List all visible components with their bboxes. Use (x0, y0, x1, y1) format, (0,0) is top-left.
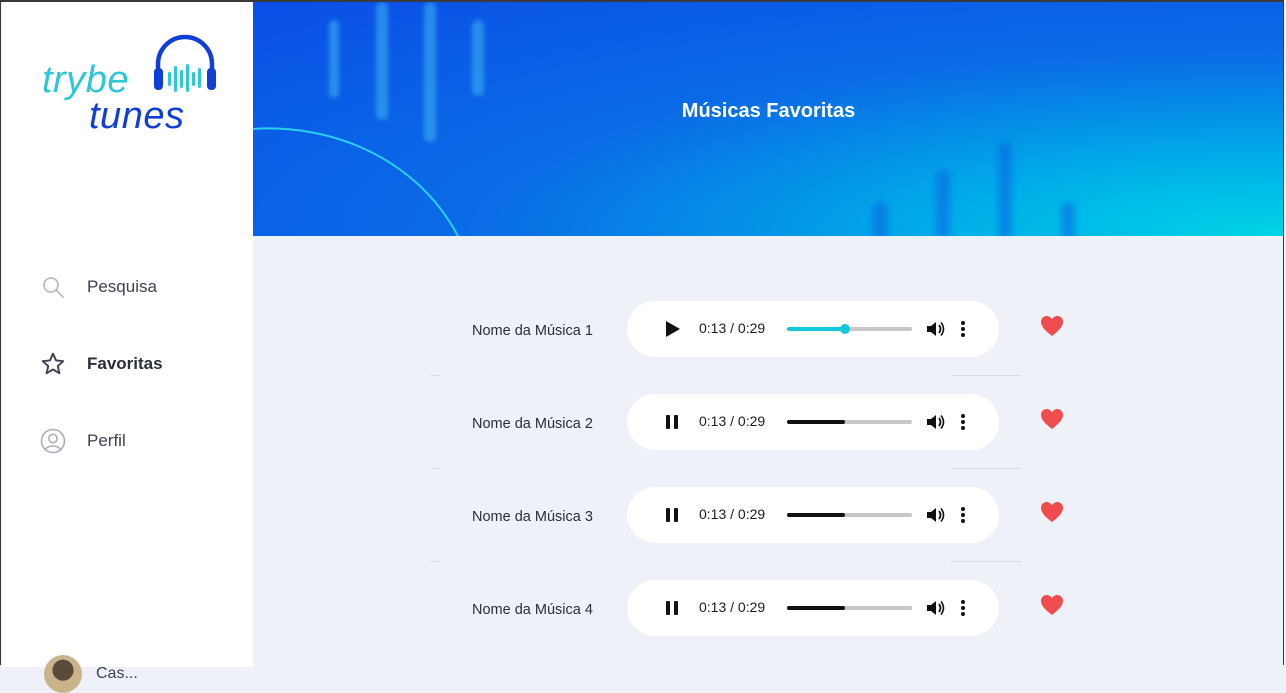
volume-icon[interactable] (925, 506, 945, 524)
progress-fill (787, 513, 845, 517)
avatar (44, 655, 82, 693)
list-item: Nome da Música 3 0:13 / 0:29 (430, 468, 1090, 561)
audio-player[interactable]: 0:13 / 0:29 (627, 580, 999, 636)
audio-player[interactable]: 0:13 / 0:29 (627, 301, 999, 357)
song-time: 0:13 / 0:29 (699, 320, 766, 336)
volume-icon[interactable] (925, 320, 945, 338)
more-options-icon[interactable] (957, 505, 969, 525)
page-title: Músicas Favoritas (681, 100, 856, 122)
volume-icon[interactable] (925, 599, 945, 617)
volume-icon[interactable] (925, 413, 945, 431)
progress-knob[interactable] (839, 324, 850, 334)
user-profile[interactable]: Cas... (44, 655, 138, 693)
more-options-icon[interactable] (957, 319, 969, 339)
play-icon[interactable] (661, 318, 683, 340)
progress-slider[interactable] (787, 324, 912, 334)
progress-slider[interactable] (787, 606, 912, 610)
song-time: 0:13 / 0:29 (699, 599, 766, 615)
headphones-icon (154, 34, 216, 92)
song-name: Nome da Música 4 (472, 602, 593, 618)
sidebar-item-label: Favoritas (87, 354, 163, 373)
song-name: Nome da Música 1 (472, 323, 593, 339)
progress-fill (787, 420, 845, 424)
audio-player[interactable]: 0:13 / 0:29 (627, 394, 999, 450)
song-name: Nome da Música 3 (472, 509, 593, 525)
star-icon (40, 351, 66, 377)
more-options-icon[interactable] (957, 598, 969, 618)
pause-icon[interactable] (661, 504, 683, 526)
list-item: Nome da Música 2 0:13 / 0:29 (430, 375, 1090, 468)
sidebar-item-favoritas[interactable]: Favoritas (40, 344, 240, 384)
sidebar-item-pesquisa[interactable]: Pesquisa (40, 267, 240, 307)
progress-slider[interactable] (787, 513, 912, 517)
heart-icon[interactable] (1040, 594, 1064, 616)
heart-icon[interactable] (1040, 408, 1064, 430)
user-name: Cas... (96, 665, 138, 682)
heart-icon[interactable] (1040, 315, 1064, 337)
page-header: Músicas Favoritas (253, 2, 1284, 236)
progress-fill (787, 327, 845, 331)
heart-icon[interactable] (1040, 501, 1064, 523)
sidebar-item-label: Perfil (87, 431, 126, 450)
audio-player[interactable]: 0:13 / 0:29 (627, 487, 999, 543)
song-time: 0:13 / 0:29 (699, 506, 766, 522)
pause-icon[interactable] (661, 597, 683, 619)
list-item: Nome da Música 4 0:13 / 0:29 (430, 561, 1090, 654)
app-logo[interactable]: trybe tunes (42, 34, 222, 144)
logo-word-trybe: trybe (42, 59, 129, 101)
list-item: Nome da Música 1 0:13 / 0:29 (430, 282, 1090, 375)
pause-icon[interactable] (661, 411, 683, 433)
progress-slider[interactable] (787, 420, 912, 424)
user-circle-icon (40, 428, 66, 454)
search-icon (40, 274, 66, 300)
song-time: 0:13 / 0:29 (699, 413, 766, 429)
progress-fill (787, 606, 845, 610)
sidebar-item-label: Pesquisa (87, 277, 157, 296)
sidebar: trybe tunes Pesquisa Favoritas Perfil Ca… (2, 2, 253, 693)
logo-word-tunes: tunes (89, 95, 185, 137)
sidebar-item-perfil[interactable]: Perfil (40, 421, 240, 461)
song-name: Nome da Música 2 (472, 416, 593, 432)
more-options-icon[interactable] (957, 412, 969, 432)
